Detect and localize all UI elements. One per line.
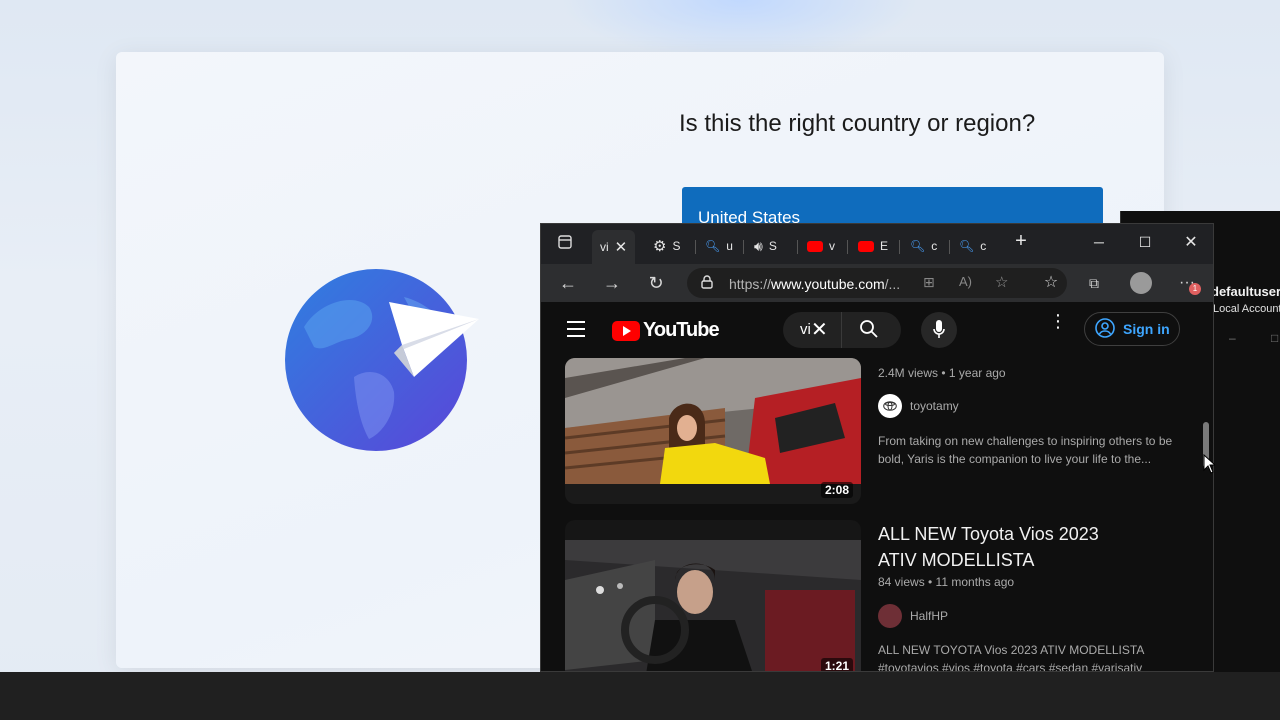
- gear-icon: ⚙: [653, 238, 667, 255]
- read-aloud-icon[interactable]: A): [959, 274, 972, 289]
- video-description: ALL NEW TOYOTA Vios 2023 ATIV MODELLISTA…: [878, 643, 1144, 672]
- edge-browser-window: vi ✕ ⚙ S 🔍︎ u 🔊︎ S v E 🔍︎ c 🔍︎ c + ─ ☐ ✕…: [540, 223, 1214, 672]
- search-input[interactable]: vi: [800, 321, 811, 338]
- search-icon: 🔍︎: [705, 239, 721, 253]
- channel-name: HalfHP: [910, 609, 949, 623]
- add-favorite-icon[interactable]: ☆: [995, 273, 1008, 291]
- globe-illustration-icon: [284, 267, 484, 462]
- notification-badge: 1: [1189, 283, 1201, 295]
- sign-in-button[interactable]: Sign in: [1084, 312, 1180, 346]
- app-available-icon[interactable]: ⊞: [923, 274, 935, 291]
- video-thumbnail[interactable]: 1:21: [565, 520, 861, 671]
- minimize-button[interactable]: –: [1229, 331, 1236, 345]
- tab-settings[interactable]: ⚙ S: [653, 234, 680, 258]
- tab-search-2[interactable]: 🔍︎ c: [910, 234, 937, 258]
- tab-search-3[interactable]: 🔍︎ c: [959, 234, 986, 258]
- youtube-icon: [612, 320, 640, 341]
- collections-icon[interactable]: ⧉: [1084, 273, 1104, 293]
- maximize-button[interactable]: □: [1271, 331, 1278, 345]
- tab-label: E: [880, 239, 889, 253]
- video-meta: 2.4M views • 1 year ago: [878, 366, 1006, 380]
- taskbar: [0, 672, 1280, 720]
- microphone-icon: [933, 320, 945, 345]
- tab-label: u: [726, 239, 733, 253]
- tab-label: c: [980, 239, 987, 253]
- forward-arrow-icon[interactable]: →: [602, 273, 622, 293]
- sign-in-label: Sign in: [1123, 321, 1170, 337]
- close-tab-icon[interactable]: ✕: [615, 238, 628, 256]
- tab-bar: vi ✕ ⚙ S 🔍︎ u 🔊︎ S v E 🔍︎ c 🔍︎ c + ─ ☐ ✕: [541, 224, 1213, 264]
- search-results: 2:08 2.4M views • 1 year ago toyotamy Fr…: [541, 358, 1201, 672]
- toyota-logo-icon: [878, 394, 902, 418]
- favorites-icon[interactable]: ☆: [1041, 273, 1061, 293]
- back-arrow-icon[interactable]: ←: [558, 273, 578, 293]
- profile-avatar[interactable]: [1130, 272, 1152, 294]
- clear-search-icon[interactable]: ✕: [811, 317, 828, 342]
- address-toolbar: ← → ↻ https://www.youtube.com/... ⊞ A) ☆…: [541, 264, 1213, 302]
- avatar: [878, 604, 902, 628]
- url-text: https://www.youtube.com/...: [729, 276, 901, 292]
- tab-audio[interactable]: 🔊︎ S: [754, 234, 777, 258]
- video-meta: 84 views • 11 months ago: [878, 575, 1015, 589]
- menu-icon[interactable]: [567, 321, 585, 337]
- account-type: Local Account: [1213, 303, 1280, 315]
- tab-label: c: [931, 239, 938, 253]
- refresh-icon[interactable]: ↻: [646, 273, 666, 293]
- lock-icon[interactable]: [701, 275, 713, 294]
- youtube-icon: [807, 240, 823, 252]
- tab-label: S: [672, 239, 681, 253]
- youtube-header: YouTube vi ✕ ⋮ Sign in: [541, 302, 1213, 358]
- tab-youtube-3[interactable]: E: [858, 234, 888, 258]
- close-window-button[interactable]: ✕: [1181, 232, 1201, 252]
- channel-link[interactable]: HalfHP: [878, 604, 948, 628]
- tab-label: vi: [600, 240, 609, 254]
- mouse-cursor-icon: [1203, 453, 1217, 479]
- channel-link[interactable]: toyotamy: [878, 394, 959, 418]
- tab-youtube-active[interactable]: vi ✕: [592, 230, 636, 264]
- tab-search-1[interactable]: 🔍︎ u: [705, 234, 733, 258]
- account-circle-icon: [1095, 317, 1115, 341]
- minimize-button[interactable]: ─: [1089, 234, 1109, 250]
- page-title: Is this the right country or region?: [679, 110, 1036, 137]
- speaker-icon: 🔊︎: [754, 237, 763, 254]
- video-description: From taking on new challenges to inspiri…: [878, 434, 1173, 466]
- video-duration: 1:21: [820, 658, 853, 671]
- search-icon[interactable]: [859, 319, 879, 344]
- new-tab-button[interactable]: +: [1011, 230, 1031, 253]
- tab-actions-icon[interactable]: [555, 234, 575, 254]
- youtube-icon: [858, 240, 874, 252]
- background-glow: [560, 0, 920, 60]
- address-bar[interactable]: https://www.youtube.com/... ⊞ A) ☆: [687, 268, 1067, 298]
- maximize-button[interactable]: ☐: [1135, 234, 1155, 251]
- search-icon: 🔍︎: [910, 239, 926, 253]
- youtube-wordmark: YouTube: [643, 319, 720, 341]
- search-icon: 🔍︎: [959, 239, 975, 253]
- tab-label: v: [829, 239, 835, 253]
- voice-search-button[interactable]: [921, 312, 957, 348]
- settings-more-icon[interactable]: ⋮: [1049, 312, 1067, 330]
- tab-label: S: [768, 239, 777, 253]
- video-thumbnail[interactable]: 2:08: [565, 358, 861, 504]
- tab-youtube-2[interactable]: v: [807, 234, 835, 258]
- search-box[interactable]: vi ✕: [783, 312, 901, 348]
- account-username: defaultuser: [1211, 284, 1280, 299]
- channel-name: toyotamy: [910, 399, 959, 413]
- youtube-logo[interactable]: YouTube: [612, 319, 720, 342]
- video-duration: 2:08: [820, 482, 853, 498]
- video-title[interactable]: ALL NEW Toyota Vios 2023 ATIV MODELLISTA: [878, 521, 1118, 573]
